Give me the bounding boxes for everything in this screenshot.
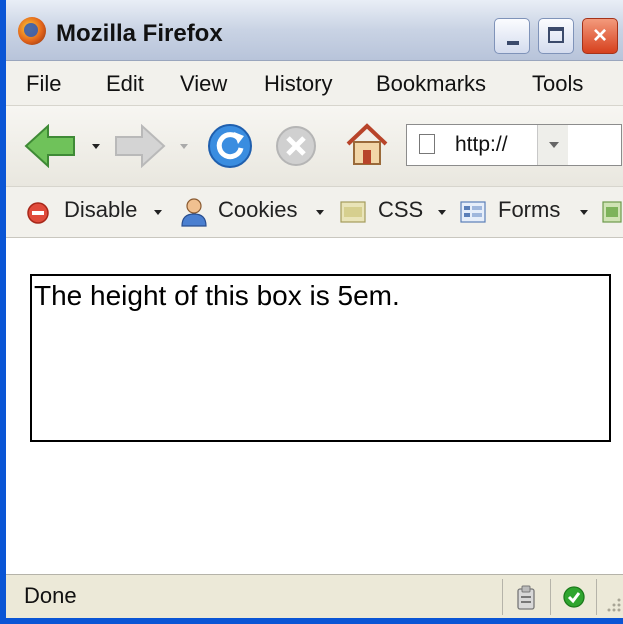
forms-dropdown-icon[interactable] [580,210,588,215]
menu-bar: File Edit View History Bookmarks Tools [6,61,623,106]
title-bar[interactable]: Mozilla Firefox × [6,0,623,61]
menu-bookmarks[interactable]: Bookmarks [376,71,486,97]
images-icon [602,201,622,223]
page-icon [419,134,435,154]
firefox-logo-icon [18,17,46,45]
status-bar: Done [6,574,623,619]
box-text: The height of this box is 5em. [34,280,400,311]
menu-tools[interactable]: Tools [532,71,583,97]
clipboard-icon[interactable] [516,585,536,611]
css-menu[interactable]: CSS [378,197,423,223]
back-dropdown-icon[interactable] [92,144,100,149]
forward-dropdown-icon[interactable] [180,144,188,149]
url-input[interactable]: http:// [455,133,508,157]
stop-icon[interactable] [274,124,318,168]
validation-ok-icon[interactable] [562,585,586,609]
browser-window: Mozilla Firefox × File Edit View History… [0,0,623,624]
resize-grip-icon[interactable] [604,595,622,613]
menu-history[interactable]: History [264,71,332,97]
back-arrow-icon[interactable] [24,124,76,168]
disable-dropdown-icon[interactable] [154,210,162,215]
url-bar[interactable]: http:// [406,124,622,166]
forward-arrow-icon[interactable] [114,124,166,168]
status-separator [502,579,503,615]
disable-icon [27,202,49,224]
window-bottom-edge [6,618,623,624]
css-icon [340,201,366,223]
cookies-dropdown-icon[interactable] [316,210,324,215]
forms-menu[interactable]: Forms [498,197,560,223]
web-developer-toolbar: Disable Cookies CSS Forms [6,187,623,238]
status-text: Done [24,583,77,608]
menu-view[interactable]: View [180,71,227,97]
css-dropdown-icon[interactable] [438,210,446,215]
close-button[interactable]: × [582,18,618,54]
maximize-icon [548,27,564,43]
home-icon[interactable] [344,122,390,168]
url-dropdown-button[interactable] [537,125,568,165]
status-separator [550,579,551,615]
minimize-button[interactable] [494,18,530,54]
disable-menu[interactable]: Disable [64,197,137,223]
menu-edit[interactable]: Edit [106,71,144,97]
height-demo-box: The height of this box is 5em. [30,274,611,442]
status-separator [596,579,597,615]
forms-icon [460,201,486,223]
close-icon: × [592,22,607,49]
chevron-down-icon [549,142,559,148]
reload-icon[interactable] [206,122,254,170]
cookies-icon [181,198,207,227]
minimize-icon [507,41,519,45]
cookies-menu[interactable]: Cookies [218,197,297,223]
maximize-button[interactable] [538,18,574,54]
page-content: The height of this box is 5em. [6,238,623,574]
window-title: Mozilla Firefox [56,20,223,47]
menu-file[interactable]: File [26,71,61,97]
